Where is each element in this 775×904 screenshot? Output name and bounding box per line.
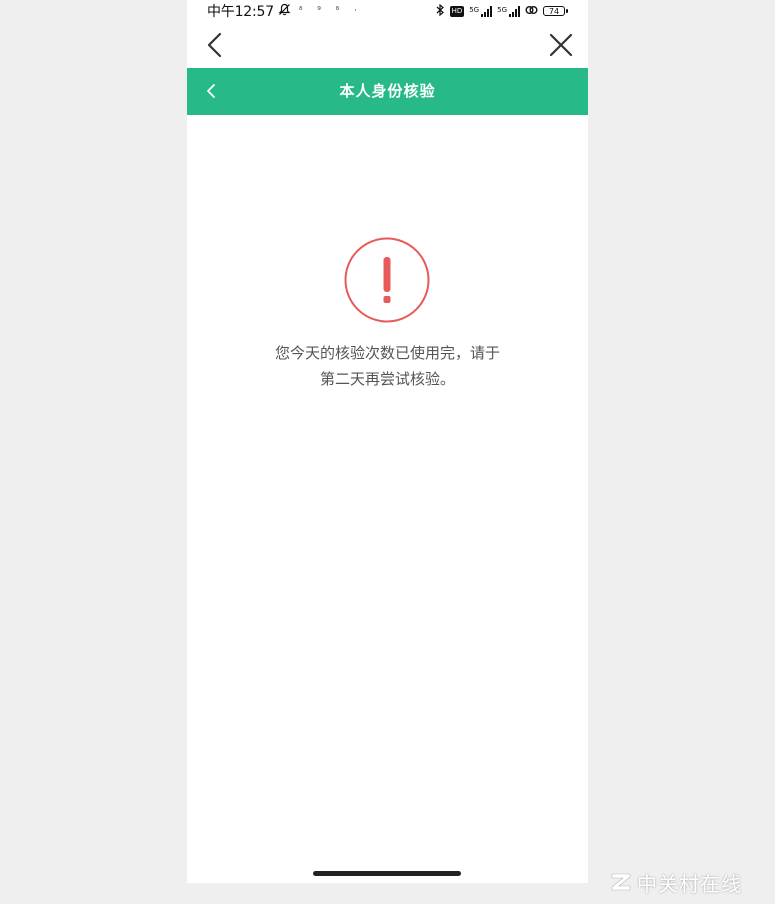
back-button[interactable] <box>203 32 229 58</box>
bell-muted-icon <box>278 3 291 20</box>
signal-strength-1-icon: 5G <box>469 5 493 17</box>
error-message: 您今天的核验次数已使用完，请于 第二天再尝试核验。 <box>187 340 588 392</box>
warning-icon <box>344 237 430 323</box>
page-header: 本人身份核验 <box>187 68 588 115</box>
status-time: 中午12:57 <box>207 4 274 20</box>
status-left: 中午12:57 ᵟ ⁹ ᵟ · <box>207 1 363 21</box>
chevron-left-icon <box>207 32 222 58</box>
page-title: 本人身份核验 <box>339 82 436 100</box>
phone-screen: 中午12:57 ᵟ ⁹ ᵟ · HD 5G 5G 74 本人身份核验 您今天的核… <box>187 0 588 883</box>
battery-icon: 74 <box>543 6 568 16</box>
screenshot-stage: 中午12:57 ᵟ ⁹ ᵟ · HD 5G 5G 74 本人身份核验 您今天的核… <box>0 0 775 904</box>
bluetooth-icon <box>435 3 445 19</box>
watermark: 中关村在线 <box>610 867 742 897</box>
signal-strength-2-icon: 5G <box>497 5 520 17</box>
error-message-line-1: 您今天的核验次数已使用完，请于 <box>274 344 500 362</box>
close-icon <box>549 33 573 57</box>
zol-logo-icon <box>611 873 631 891</box>
top-nav <box>187 22 588 68</box>
notification-dots-icon: ᵟ ⁹ ᵟ · <box>298 6 363 16</box>
hd-badge: HD <box>449 5 465 17</box>
close-button[interactable] <box>548 32 574 58</box>
battery-level: 74 <box>543 6 565 16</box>
watermark-text: 中关村在线 <box>637 871 742 896</box>
link-icon <box>525 4 538 19</box>
error-message-line-2: 第二天再尝试核验。 <box>319 370 455 388</box>
signal-tag-1: 5G <box>469 5 480 14</box>
home-indicator[interactable] <box>313 871 461 876</box>
status-right: HD 5G 5G 74 <box>435 3 568 19</box>
signal-tag-2: 5G <box>497 5 507 14</box>
status-bar: 中午12:57 ᵟ ⁹ ᵟ · HD 5G 5G 74 <box>187 0 588 22</box>
